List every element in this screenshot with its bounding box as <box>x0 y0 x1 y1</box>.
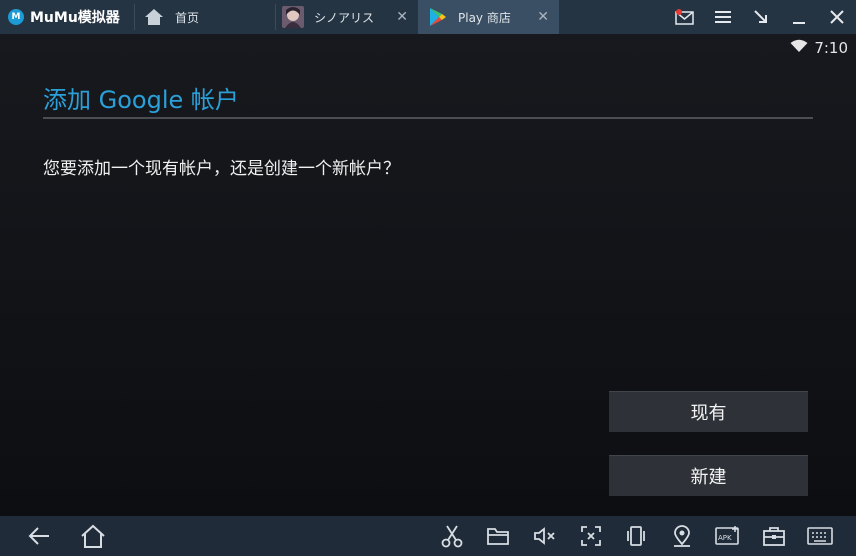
status-bar: 7:10 <box>790 38 848 58</box>
wifi-icon <box>790 39 808 57</box>
home-icon <box>143 6 165 28</box>
mumu-logo-icon: M <box>8 9 24 25</box>
folder-icon[interactable] <box>484 522 512 550</box>
keyboard-icon[interactable] <box>806 522 834 550</box>
dialog-title: 添加 Google 帐户 <box>43 86 239 114</box>
app-brand: M MuMu模拟器 <box>8 6 120 28</box>
dialog-divider <box>43 117 813 119</box>
dialog-message: 您要添加一个现有帐户，还是创建一个新帐户？ <box>43 159 400 179</box>
title-bar: M MuMu模拟器 首页 シノアリス ✕ Play 商店 ✕ <box>0 0 856 34</box>
home-icon[interactable] <box>79 522 107 550</box>
mail-icon[interactable] <box>666 0 704 34</box>
svg-text:APK: APK <box>718 534 732 542</box>
play-store-icon <box>426 6 448 28</box>
new-account-button[interactable]: 新建 <box>609 455 808 496</box>
tab-sinoalice[interactable]: シノアリス ✕ <box>276 0 418 34</box>
tab-home-label: 首页 <box>175 10 200 25</box>
tab-play-store-label: Play 商店 <box>458 10 511 25</box>
window-controls <box>666 0 856 34</box>
status-time: 7:10 <box>814 39 848 57</box>
rotate-icon[interactable] <box>622 522 650 550</box>
location-icon[interactable] <box>668 522 696 550</box>
menu-icon[interactable] <box>704 0 742 34</box>
app-brand-label: MuMu模拟器 <box>30 10 120 26</box>
scissors-icon[interactable] <box>438 522 466 550</box>
tab-sinoalice-label: シノアリス <box>314 10 375 25</box>
close-icon[interactable]: ✕ <box>396 9 408 25</box>
close-icon[interactable] <box>818 0 856 34</box>
toolbox-icon[interactable] <box>760 522 788 550</box>
bottom-toolbar: APK <box>0 516 856 556</box>
apk-icon[interactable]: APK <box>714 522 742 550</box>
mute-icon[interactable] <box>531 522 559 550</box>
shrink-icon[interactable] <box>742 0 780 34</box>
android-screen: 7:10 添加 Google 帐户 您要添加一个现有帐户，还是创建一个新帐户？ … <box>0 34 856 516</box>
close-icon[interactable]: ✕ <box>537 9 549 25</box>
existing-account-button[interactable]: 现有 <box>609 391 808 432</box>
back-icon[interactable] <box>25 522 53 550</box>
tab-home[interactable]: 首页 <box>135 0 275 34</box>
fullscreen-icon[interactable] <box>577 522 605 550</box>
game-avatar-icon <box>282 6 304 28</box>
tab-play-store[interactable]: Play 商店 ✕ <box>418 0 559 34</box>
minimize-icon[interactable] <box>780 0 818 34</box>
